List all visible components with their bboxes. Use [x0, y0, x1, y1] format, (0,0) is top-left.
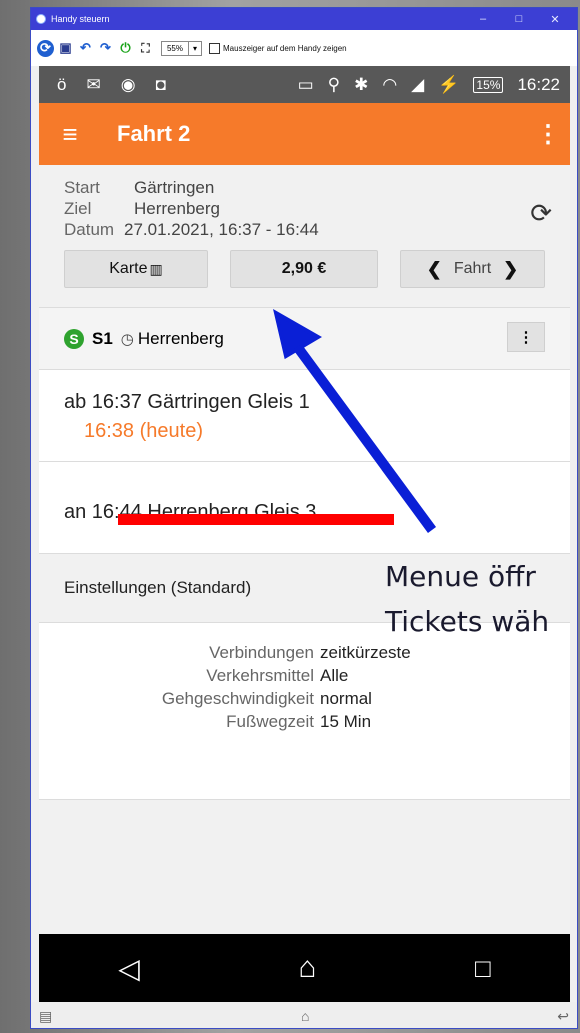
- annotation-arrow: [273, 308, 437, 533]
- annotation-text-line2: Tickets wäh: [385, 605, 550, 638]
- annotation-text-line1: Menue öffr: [385, 560, 536, 593]
